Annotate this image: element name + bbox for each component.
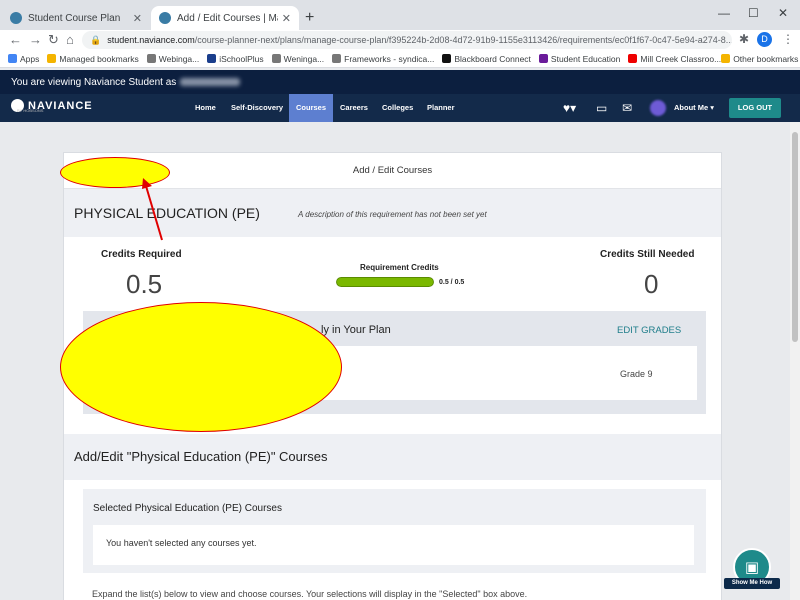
- edit-grades-link[interactable]: EDIT GRADES: [617, 325, 681, 336]
- bookmark-item[interactable]: Student Education: [538, 53, 621, 64]
- requirement-progress-fill: [336, 277, 434, 287]
- bookmark-label: Webinga...: [158, 53, 200, 64]
- blackboard-icon: [442, 54, 452, 63]
- close-icon[interactable]: ✕: [133, 12, 142, 25]
- address-bar[interactable]: 🔒 student.naviance.com /course-planner-n…: [82, 31, 732, 49]
- browser-tab-strip: Student Course Plan ✕ Add / Edit Courses…: [0, 0, 800, 30]
- nav-careers[interactable]: Careers: [333, 94, 375, 122]
- redacted-student-name: [180, 78, 241, 86]
- menu-icon[interactable]: ⋮: [782, 32, 794, 46]
- annotation-arrow: [142, 178, 163, 241]
- window-close-icon[interactable]: ✕: [778, 6, 788, 20]
- requirement-credits-value: 0.5 / 0.5: [439, 279, 465, 286]
- add-edit-section-header: Add/Edit "Physical Education (PE)" Cours…: [64, 434, 721, 480]
- nav-planner[interactable]: Planner: [420, 94, 462, 122]
- folder-icon: [47, 54, 57, 63]
- folder-icon: [721, 54, 731, 63]
- bookmark-item[interactable]: Frameworks - syndica...: [332, 54, 434, 64]
- ischool-icon: [207, 54, 217, 63]
- scrollbar-thumb[interactable]: [792, 132, 798, 342]
- bookmark-label: Managed bookmarks: [59, 53, 139, 64]
- back-icon[interactable]: ←: [9, 32, 22, 47]
- logout-button[interactable]: LOG OUT: [729, 98, 781, 118]
- tab-student-course-plan[interactable]: Student Course Plan ✕: [2, 6, 150, 30]
- bookmark-apps[interactable]: Apps: [8, 54, 39, 64]
- mail-icon[interactable]: ✉: [622, 101, 632, 115]
- bookmark-label: Other bookmarks: [733, 53, 799, 64]
- empty-selection-message: You haven't selected any courses yet.: [106, 538, 257, 548]
- viewing-as-banner: You are viewing Naviance Student as: [0, 70, 800, 94]
- nav-home[interactable]: Home: [188, 94, 223, 122]
- naviance-navbar: NAVIANCE BY HOBSONS Home Self-Discovery …: [0, 94, 800, 122]
- bookmark-item[interactable]: Webinga...: [146, 53, 200, 64]
- credits-needed-value: 0: [644, 269, 659, 299]
- url-path: /course-planner-next/plans/manage-course…: [194, 35, 732, 45]
- tab-title: Add / Edit Courses | Manage Co: [177, 12, 278, 24]
- youtube-icon: [628, 54, 638, 63]
- requirement-description: A description of this requirement has no…: [298, 210, 487, 219]
- close-icon[interactable]: ✕: [282, 12, 291, 25]
- bookmark-label: Apps: [20, 53, 40, 64]
- credits-required-value: 0.5: [126, 269, 163, 299]
- lock-icon: 🔒: [90, 34, 102, 45]
- bookmark-item[interactable]: Mill Creek Classroo...: [628, 54, 721, 64]
- new-tab-icon[interactable]: +: [305, 9, 314, 27]
- forward-icon[interactable]: →: [29, 32, 42, 47]
- tab-add-edit-courses[interactable]: Add / Edit Courses | Manage Co ✕: [151, 6, 299, 30]
- globe-icon: [146, 54, 156, 63]
- nav-self-discovery[interactable]: Self-Discovery: [224, 94, 290, 122]
- reload-icon[interactable]: ↻: [48, 32, 59, 48]
- avatar[interactable]: [650, 100, 666, 116]
- bookmark-label: Frameworks - syndica...: [344, 53, 435, 64]
- nav-colleges[interactable]: Colleges: [375, 94, 420, 122]
- section-title: Add/Edit "Physical Education (PE)" Cours…: [74, 449, 328, 464]
- nav-courses[interactable]: Courses: [289, 94, 334, 122]
- education-icon: [538, 54, 548, 63]
- bookmark-label: Mill Creek Classroo...: [640, 53, 722, 64]
- tab-title: Student Course Plan: [28, 12, 121, 24]
- requirement-credits-label: Requirement Credits: [360, 263, 439, 272]
- bookmark-item[interactable]: Weninga...: [271, 53, 325, 64]
- extensions-icon[interactable]: ✱: [739, 32, 749, 46]
- apps-icon: [8, 54, 17, 63]
- page-scrollbar[interactable]: [790, 122, 800, 600]
- browser-toolbar: ← → ↻ ⌂ 🔒 student.naviance.com /course-p…: [0, 30, 800, 50]
- credits-required-label: Credits Required: [101, 249, 182, 260]
- url-host: student.naviance.com: [107, 35, 195, 45]
- selected-courses-title: Selected Physical Education (PE) Courses: [93, 503, 282, 514]
- bookmark-label: Student Education: [550, 53, 621, 64]
- requirement-progress-bar: [336, 277, 434, 287]
- globe-icon: [332, 54, 342, 63]
- bookmark-managed[interactable]: Managed bookmarks: [47, 53, 139, 64]
- show-me-how-button[interactable]: ▣ Show Me How: [724, 548, 780, 590]
- chat-icon[interactable]: ▭: [596, 101, 607, 115]
- bookmarks-bar: Apps Managed bookmarks Webinga... iSchoo…: [0, 50, 800, 68]
- grade-label: Grade 9: [620, 369, 653, 379]
- credits-needed-label: Credits Still Needed: [600, 249, 695, 260]
- bookmark-label: iSchoolPlus: [219, 53, 264, 64]
- about-me-menu[interactable]: About Me ▾: [674, 94, 714, 122]
- show-me-how-label: Show Me How: [724, 578, 780, 589]
- courses-in-plan-title: ly in Your Plan: [321, 324, 391, 336]
- bookmark-label: Blackboard Connect: [454, 53, 531, 64]
- selected-courses-list: You haven't selected any courses yet.: [93, 525, 694, 565]
- heart-icon[interactable]: ♥▾: [563, 101, 576, 115]
- viewing-as-text: You are viewing Naviance Student as: [11, 76, 177, 88]
- bookmark-other[interactable]: Other bookmarks: [721, 54, 798, 64]
- home-icon[interactable]: ⌂: [66, 32, 74, 47]
- bookmark-item[interactable]: Blackboard Connect: [442, 54, 531, 64]
- globe-icon: [271, 54, 281, 63]
- minimize-icon[interactable]: —: [718, 6, 730, 20]
- bookmark-item[interactable]: iSchoolPlus: [207, 53, 264, 64]
- profile-avatar[interactable]: D: [757, 32, 772, 47]
- bookmark-label: Weninga...: [283, 53, 325, 64]
- naviance-favicon-icon: [10, 12, 22, 24]
- selected-courses-box: Selected Physical Education (PE) Courses…: [83, 489, 706, 573]
- redaction-ellipse-large: [60, 302, 342, 432]
- naviance-favicon-icon: [159, 12, 171, 24]
- logo-subtitle: BY HOBSONS: [17, 108, 44, 113]
- expand-list-hint: Expand the list(s) below to view and cho…: [92, 589, 528, 599]
- maximize-icon[interactable]: ☐: [748, 6, 759, 20]
